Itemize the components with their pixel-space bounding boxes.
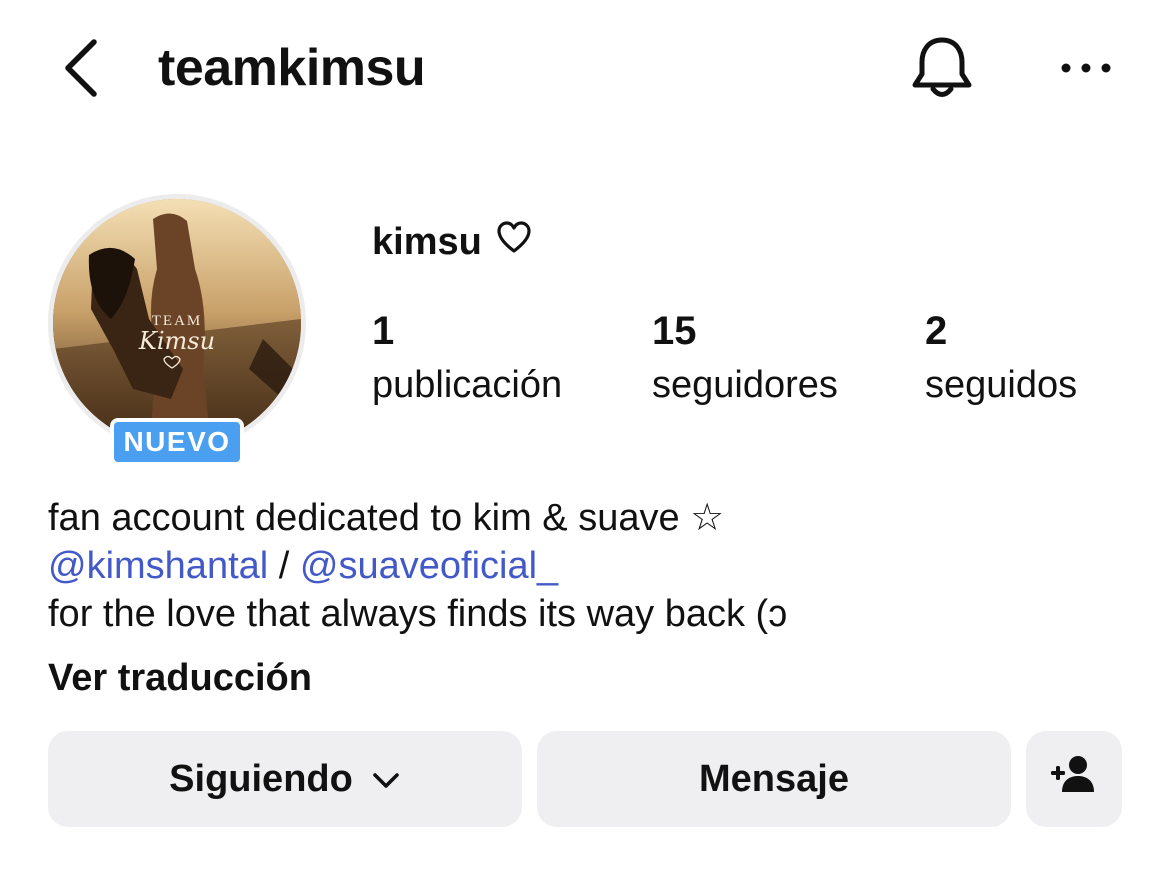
profile-username-title: teamkimsu <box>158 39 426 97</box>
mention-link-suaveoficial[interactable]: @suaveoficial_ <box>300 545 558 587</box>
suggested-accounts-button[interactable] <box>1026 731 1122 827</box>
following-count-label: seguidos <box>925 364 1078 406</box>
bio-line-3-text: for the love that always finds its way b… <box>48 593 756 635</box>
add-person-icon <box>1050 754 1098 804</box>
bio-line-1: fan account dedicated to kim & suave ☆ <box>48 497 725 539</box>
following-button-label: Siguiendo <box>169 757 353 800</box>
heart-outline-icon <box>496 218 532 266</box>
top-navigation-bar: teamkimsu <box>0 0 1170 140</box>
bio-line-3-glyph: (ɔ <box>755 593 788 635</box>
posts-count[interactable]: 1 publicación <box>372 306 562 410</box>
posts-count-label: publicación <box>372 364 563 406</box>
message-button-label: Mensaje <box>699 757 849 800</box>
bio-separator: / <box>268 545 300 587</box>
posts-count-value: 1 <box>372 309 395 353</box>
back-chevron-icon[interactable] <box>56 36 112 100</box>
avatar-text-kimsu: Kimsu <box>138 327 215 355</box>
following-count[interactable]: 2 seguidos <box>925 306 1077 410</box>
following-button[interactable]: Siguiendo <box>48 731 522 827</box>
message-button[interactable]: Mensaje <box>537 731 1011 827</box>
new-badge: NUEVO <box>110 418 244 466</box>
followers-count-label: seguidores <box>652 364 838 406</box>
display-name: kimsu <box>372 218 532 266</box>
more-horizontal-icon[interactable] <box>1056 44 1116 92</box>
bio-line-3: for the love that always finds its way b… <box>48 590 1128 638</box>
bell-icon[interactable] <box>906 32 978 104</box>
see-translation-link[interactable]: Ver traducción <box>48 654 312 702</box>
followers-count[interactable]: 15 seguidores <box>652 306 838 410</box>
profile-avatar-container: TEAM Kimsu <box>48 194 306 452</box>
bio-line-2: @kimshantal / @suaveoficial_ <box>48 542 1128 590</box>
followers-count-value: 15 <box>652 309 697 353</box>
display-name-text: kimsu <box>372 221 482 263</box>
following-count-value: 2 <box>925 309 948 353</box>
profile-bio: fan account dedicated to kim & suave ☆ @… <box>48 494 1128 638</box>
profile-avatar[interactable]: TEAM Kimsu <box>53 199 301 447</box>
mention-link-kimshantal[interactable]: @kimshantal <box>48 545 268 587</box>
chevron-down-icon <box>371 758 401 801</box>
